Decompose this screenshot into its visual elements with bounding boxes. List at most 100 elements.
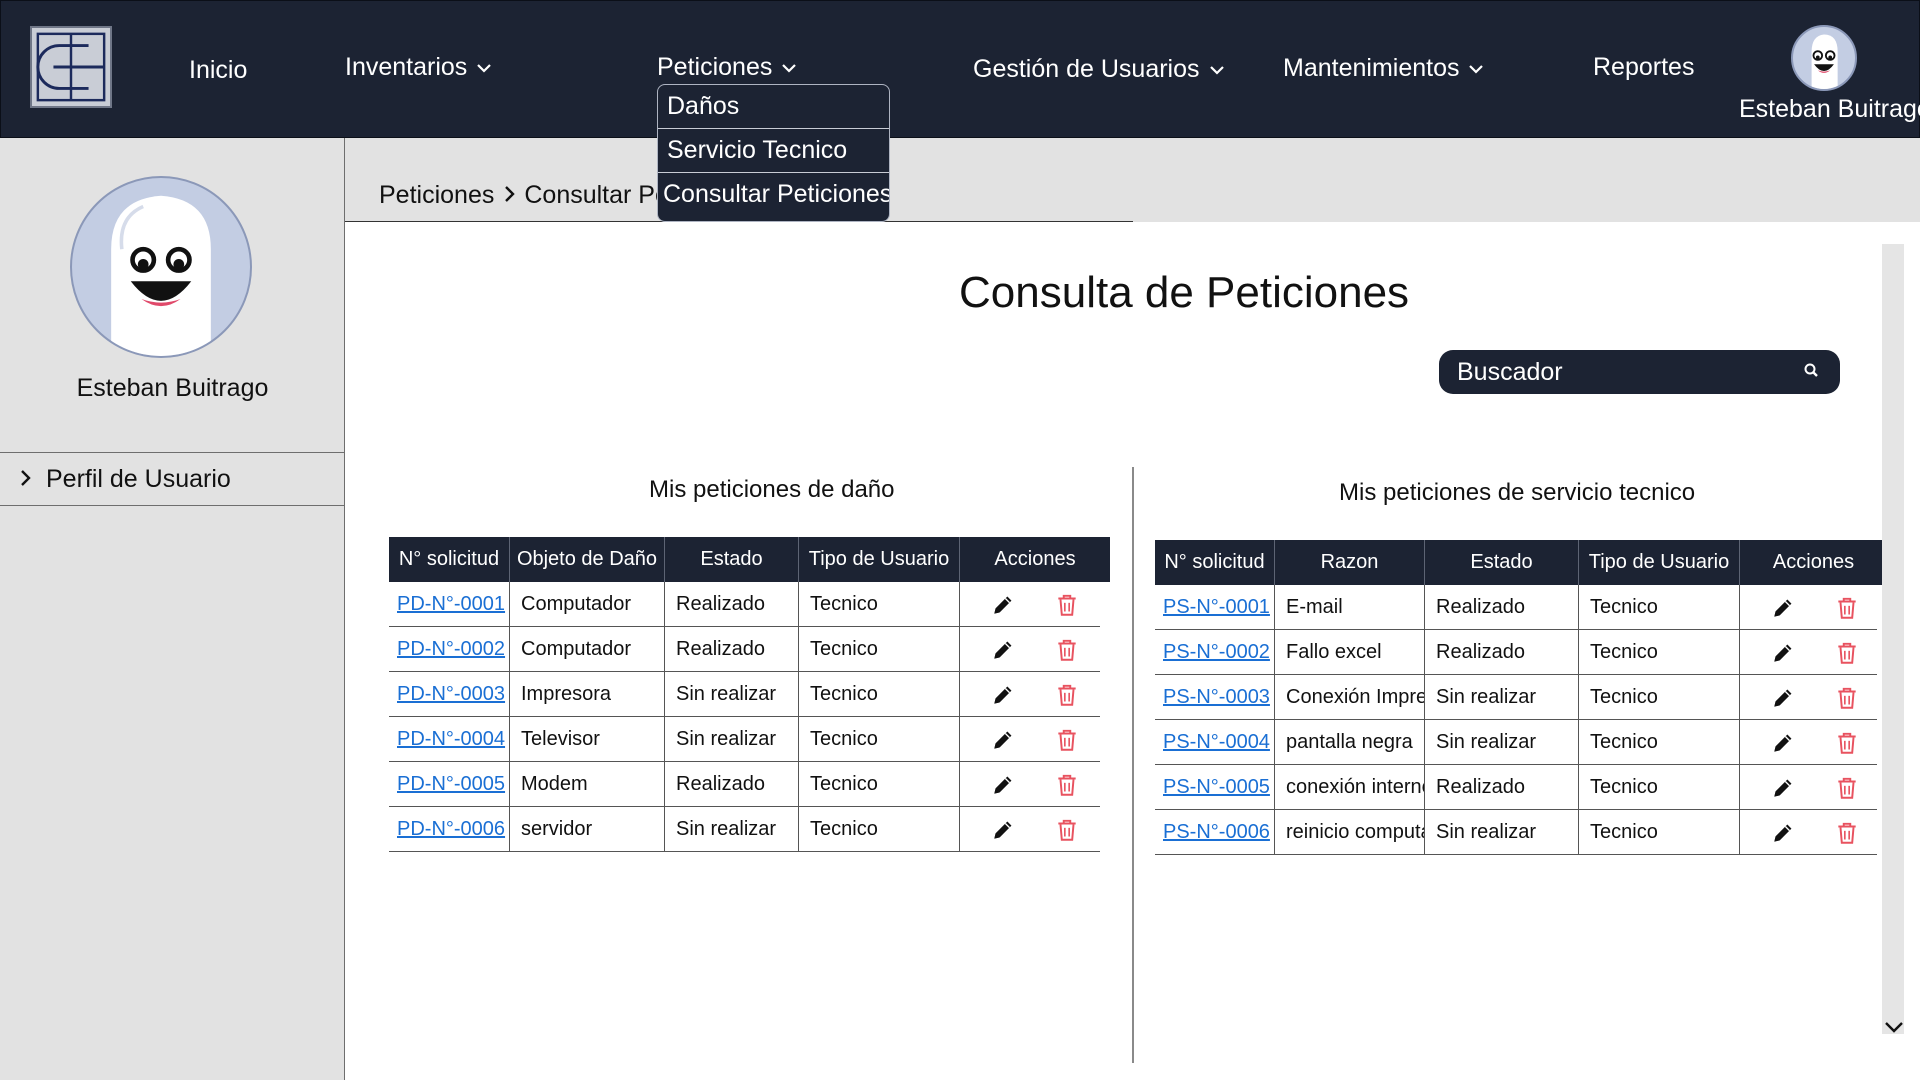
- reason-cell: Conexión Impre..: [1275, 675, 1425, 720]
- damage-request-link[interactable]: PD-N°-0003: [397, 683, 505, 706]
- trash-icon[interactable]: [1054, 637, 1080, 663]
- breadcrumb-parent[interactable]: Peticiones: [379, 181, 494, 210]
- table-row: PS-N°-0004 pantalla negra Sin realizar Tecn…: [1155, 720, 1877, 765]
- pencil-icon[interactable]: [1770, 775, 1796, 801]
- user-type-cell: Tecnico: [799, 672, 960, 717]
- pencil-icon[interactable]: [990, 682, 1016, 708]
- column-header: N° solicitud: [1155, 540, 1275, 585]
- status-cell: Sin realizar: [665, 807, 799, 852]
- nav-mantenimientos[interactable]: Mantenimientos: [1283, 54, 1484, 83]
- request-id-cell: PD-N°-0005: [389, 762, 510, 807]
- reason-cell: pantalla negra: [1275, 720, 1425, 765]
- dropdown-item-consultar-peticiones[interactable]: Consultar Peticiones: [658, 173, 889, 217]
- user-type-cell: Tecnico: [799, 762, 960, 807]
- table-row: PD-N°-0002 Computador Realizado Tecnico: [389, 627, 1100, 672]
- pencil-icon[interactable]: [990, 727, 1016, 753]
- trash-icon[interactable]: [1834, 685, 1860, 711]
- trash-icon[interactable]: [1054, 592, 1080, 618]
- table-row: PS-N°-0005 conexión internet Realizado Tecn…: [1155, 765, 1877, 810]
- trash-icon[interactable]: [1054, 772, 1080, 798]
- damage-request-link[interactable]: PD-N°-0005: [397, 773, 505, 796]
- pencil-icon[interactable]: [1770, 640, 1796, 666]
- column-header: Acciones: [994, 548, 1076, 570]
- nav-reportes[interactable]: Reportes: [1593, 53, 1694, 82]
- sidebar-item-perfil[interactable]: Perfil de Usuario: [0, 452, 345, 506]
- nav-peticiones[interactable]: Peticiones: [657, 53, 797, 82]
- trash-icon[interactable]: [1054, 682, 1080, 708]
- pencil-icon[interactable]: [1770, 595, 1796, 621]
- status-cell: Realizado: [665, 627, 799, 672]
- reason-cell: conexión internet: [1275, 765, 1425, 810]
- request-id-cell: PS-N°-0002: [1155, 630, 1275, 675]
- damage-request-link[interactable]: PD-N°-0006: [397, 818, 505, 841]
- user-type-cell: Tecnico: [1579, 630, 1740, 675]
- service-request-link[interactable]: PS-N°-0006: [1163, 821, 1270, 844]
- table-row: PD-N°-0005 Modem Realizado Tecnico: [389, 762, 1100, 807]
- trash-icon[interactable]: [1054, 727, 1080, 753]
- table-row: PD-N°-0006 servidor Sin realizar Tecnico: [389, 807, 1100, 852]
- pencil-icon[interactable]: [1770, 730, 1796, 756]
- request-id-cell: PD-N°-0002: [389, 627, 510, 672]
- trash-icon[interactable]: [1834, 640, 1860, 666]
- scrollbar[interactable]: [1882, 244, 1904, 1034]
- table-header: N° solicitud Objeto de Daño Estado Tipo de …: [389, 537, 1110, 582]
- trash-icon[interactable]: [1834, 595, 1860, 621]
- nav-inicio[interactable]: Inicio: [189, 56, 247, 85]
- damage-request-link[interactable]: PD-N°-0001: [397, 593, 505, 616]
- user-type-cell: Tecnico: [799, 717, 960, 762]
- top-navbar: Inicio Inventarios Peticiones Gestión de…: [0, 0, 1920, 138]
- nav-gestion-usuarios[interactable]: Gestión de Usuarios: [973, 55, 1225, 84]
- damage-request-link[interactable]: PD-N°-0004: [397, 728, 505, 751]
- pencil-icon[interactable]: [990, 637, 1016, 663]
- pencil-icon[interactable]: [990, 817, 1016, 843]
- nav-inventarios[interactable]: Inventarios: [345, 53, 492, 82]
- app-logo[interactable]: [30, 26, 112, 108]
- request-id-cell: PS-N°-0003: [1155, 675, 1275, 720]
- user-name-top[interactable]: Esteban Buitrago: [1739, 95, 1920, 124]
- chevron-right-icon: [20, 465, 32, 494]
- user-avatar[interactable]: [1791, 25, 1857, 91]
- trash-icon[interactable]: [1834, 775, 1860, 801]
- service-request-link[interactable]: PS-N°-0001: [1163, 596, 1270, 619]
- request-id-cell: PD-N°-0003: [389, 672, 510, 717]
- request-id-cell: PS-N°-0006: [1155, 810, 1275, 855]
- table-row: PS-N°-0006reinicio computa..Sin realizar…: [1155, 810, 1877, 855]
- service-request-link[interactable]: PS-N°-0005: [1163, 776, 1270, 799]
- search-bar: [1439, 350, 1840, 394]
- request-id-cell: PS-N°-0001: [1155, 585, 1275, 630]
- user-type-cell: Tecnico: [1579, 720, 1740, 765]
- nav-label: Mantenimientos: [1283, 54, 1460, 82]
- trash-icon[interactable]: [1834, 730, 1860, 756]
- damage-table-title: Mis peticiones de daño: [649, 476, 895, 503]
- column-header: Razon: [1275, 540, 1425, 585]
- service-request-link[interactable]: PS-N°-0004: [1163, 731, 1270, 754]
- table-row: PD-N°-0003 Impresora Sin realizar Tecnico: [389, 672, 1100, 717]
- pencil-icon[interactable]: [990, 772, 1016, 798]
- trash-icon[interactable]: [1834, 820, 1860, 846]
- actions-cell: [960, 762, 1100, 807]
- dropdown-item-danos[interactable]: Daños: [658, 85, 889, 129]
- page-title: Consulta de Peticiones: [959, 268, 1410, 317]
- search-icon[interactable]: [1802, 361, 1822, 381]
- actions-cell: [1740, 765, 1877, 810]
- dropdown-item-servicio-tecnico[interactable]: Servicio Tecnico: [658, 129, 889, 173]
- trash-icon[interactable]: [1054, 817, 1080, 843]
- nav-label: Peticiones: [657, 53, 773, 81]
- request-id-cell: PD-N°-0004: [389, 717, 510, 762]
- pencil-icon[interactable]: [1770, 820, 1796, 846]
- chevron-down-icon[interactable]: [1882, 1016, 1906, 1038]
- pencil-icon[interactable]: [1770, 685, 1796, 711]
- actions-cell: [960, 627, 1100, 672]
- service-request-link[interactable]: PS-N°-0003: [1163, 686, 1270, 709]
- damage-request-link[interactable]: PD-N°-0002: [397, 638, 505, 661]
- actions-cell: [1740, 675, 1877, 720]
- table-row: PD-N°-0001 Computador Realizado Tecnico: [389, 582, 1100, 627]
- pencil-icon[interactable]: [990, 592, 1016, 618]
- table-row: PS-N°-0001 E-mail Realizado Tecnico: [1155, 585, 1877, 630]
- service-table-title: Mis peticiones de servicio tecnico: [1339, 479, 1696, 506]
- damage-requests-table: N° solicitud Objeto de Daño Estado Tipo de …: [389, 537, 1110, 857]
- service-request-link[interactable]: PS-N°-0002: [1163, 641, 1270, 664]
- nav-label: Reportes: [1593, 53, 1695, 81]
- search-input[interactable]: [1439, 350, 1799, 394]
- status-cell: Sin realizar: [665, 672, 799, 717]
